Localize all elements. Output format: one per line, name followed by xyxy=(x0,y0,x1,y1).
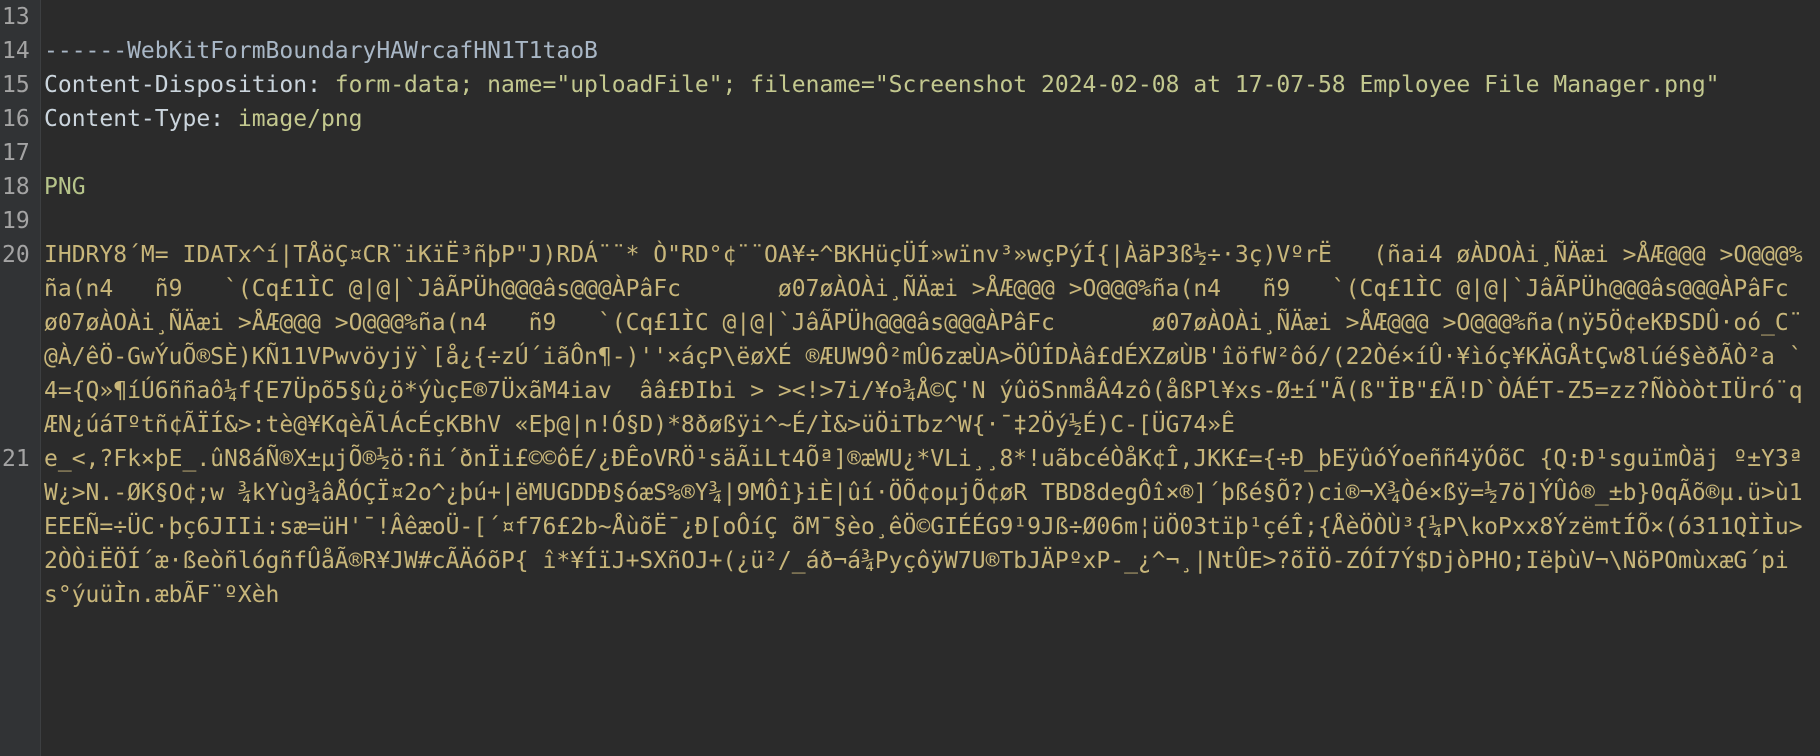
code-line: 18 PNG xyxy=(0,170,1820,204)
line-number: 17 xyxy=(2,140,30,166)
content-disposition-line: Content-Disposition: form-data; name="up… xyxy=(44,68,1812,102)
header-key: Content-Type: xyxy=(44,106,225,132)
boundary-line: ------WebKitFormBoundaryHAWrcafHN1T1taoB xyxy=(44,38,598,64)
code-line: 14 ------WebKitFormBoundaryHAWrcafHN1T1t… xyxy=(0,34,1820,68)
code-line: 17 ​ xyxy=(0,136,1820,170)
code-line: 15 Content-Disposition: form-data; name=… xyxy=(0,68,1820,102)
code-line: 19 ​ xyxy=(0,204,1820,238)
line-number: 19 xyxy=(2,208,30,234)
code-editor[interactable]: 13 ​ 14 ------WebKitFormBoundaryHAWrcafH… xyxy=(0,0,1820,756)
line-number: 14 xyxy=(2,38,30,64)
code-area[interactable]: 13 ​ 14 ------WebKitFormBoundaryHAWrcafH… xyxy=(0,0,1820,756)
code-line: 13 ​ xyxy=(0,0,1820,34)
png-signature-line: PNG xyxy=(44,174,86,200)
code-line: 20 IHDRY8´M= IDATx^í|TÅöÇ¤CR¨iKïË³ñþP"J)… xyxy=(0,238,1820,442)
line-text: ​ xyxy=(44,136,1812,170)
header-value: image/png xyxy=(224,106,363,132)
line-number: 15 xyxy=(2,72,30,98)
code-line: 16 Content-Type: image/png xyxy=(0,102,1820,136)
line-number: 13 xyxy=(2,4,30,30)
line-text: ​ xyxy=(44,0,1812,34)
line-text: ​ xyxy=(44,204,1812,238)
binary-data-line: e_<,?Fk×þE_.ûN8áÑ®X±µjÕ®½ö:ñi´ðnÏi£©©ôÉ/… xyxy=(44,446,1803,608)
content-type-line: Content-Type: image/png xyxy=(44,102,1812,136)
code-line: 21 e_<,?Fk×þE_.ûN8áÑ®X±µjÕ®½ö:ñi´ðnÏi£©©… xyxy=(0,442,1820,612)
header-value: form-data; name="uploadFile"; filename="… xyxy=(320,72,1720,98)
line-number: 21 xyxy=(2,446,30,472)
line-number: 18 xyxy=(2,174,30,200)
binary-data-line: IHDRY8´M= IDATx^í|TÅöÇ¤CR¨iKïË³ñþP"J)RDÁ… xyxy=(44,242,1803,438)
line-number: 16 xyxy=(2,106,30,132)
line-number: 20 xyxy=(2,242,30,268)
header-key: Content-Disposition: xyxy=(44,72,321,98)
